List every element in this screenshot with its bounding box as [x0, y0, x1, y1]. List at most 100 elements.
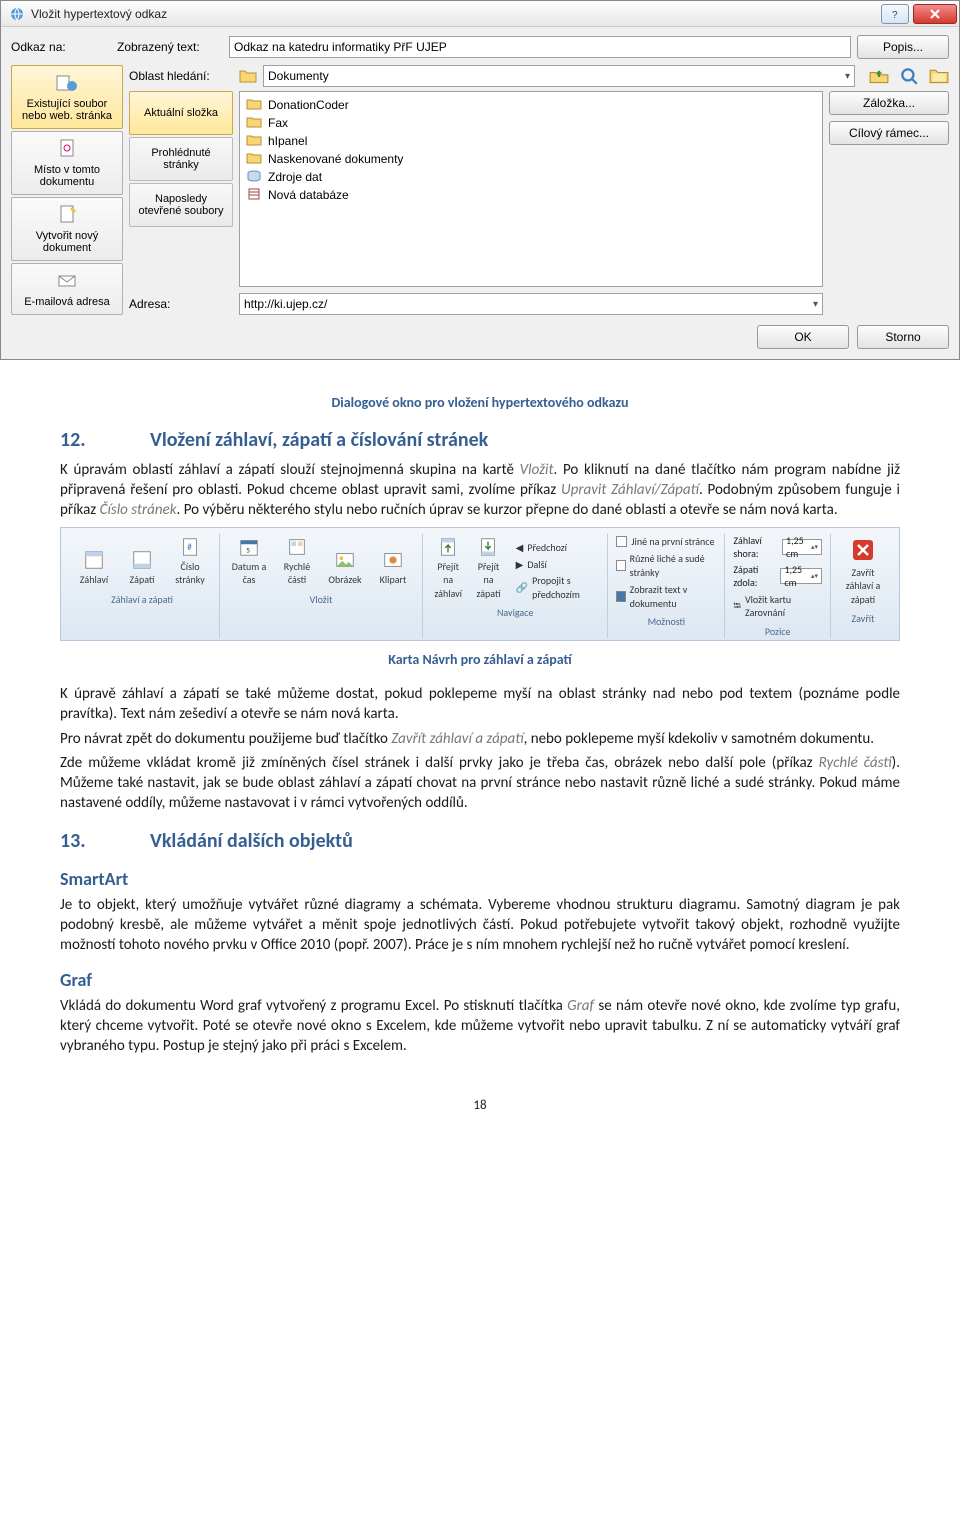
browse-web-icon[interactable] — [899, 66, 919, 86]
link-to-tabs: Existující soubor nebo web. stránka Míst… — [11, 65, 123, 315]
subheading-graf: Graf — [60, 968, 900, 992]
picture-button[interactable]: Obrázek — [324, 547, 366, 589]
quick-parts-icon — [286, 536, 308, 558]
tab-icon: ⭾ — [733, 599, 741, 613]
heading-12-title: Vložení záhlaví, zápatí a číslování strá… — [150, 428, 488, 452]
tab-existing-file[interactable]: Existující soubor nebo web. stránka — [11, 65, 123, 129]
show-doc-text-checkbox[interactable]: Zobrazit text v dokumentu — [616, 582, 716, 611]
goto-footer-icon — [477, 536, 499, 558]
dialog-title: Vložit hypertextový odkaz — [31, 7, 881, 21]
heading-13: 13.Vkládání dalších objektů — [60, 828, 900, 855]
header-from-top-spinner[interactable]: Záhlaví shora:1,25 cm — [733, 534, 822, 561]
cancel-button[interactable]: Storno — [857, 325, 949, 349]
folder-icon — [239, 68, 257, 84]
browse-file-icon[interactable] — [929, 66, 949, 86]
group-label: Zavřít — [852, 612, 875, 626]
folder-icon — [246, 115, 262, 131]
figure-caption: Karta Návrh pro záhlaví a zápatí — [60, 651, 900, 670]
next-section-button[interactable]: ▶Další — [516, 557, 600, 573]
file-name: Zdroje dat — [268, 170, 322, 184]
paragraph: Vkládá do dokumentu Word graf vytvořený … — [60, 996, 900, 1057]
paragraph: Zde můžeme vkládat kromě již zmíněných č… — [60, 753, 900, 814]
svg-text:?: ? — [892, 10, 898, 19]
tab-place-in-doc[interactable]: Místo v tomto dokumentu — [11, 131, 123, 195]
file-item[interactable]: Fax — [246, 114, 816, 132]
target-frame-button[interactable]: Cílový rámec... — [829, 121, 949, 145]
heading-12-number: 12. — [60, 427, 150, 454]
insert-alignment-tab-button[interactable]: ⭾Vložit kartu Zarovnání — [733, 592, 822, 621]
link-to-previous-button[interactable]: 🔗Propojit s předchozím — [516, 573, 600, 602]
ok-button[interactable]: OK — [757, 325, 849, 349]
clipart-icon — [382, 549, 404, 571]
diff-odd-even-checkbox[interactable]: Různé liché a sudé stránky — [616, 551, 716, 580]
help-button[interactable]: ? — [881, 4, 909, 24]
up-folder-icon[interactable] — [869, 66, 889, 86]
dialog-titlebar: Vložit hypertextový odkaz ? — [1, 1, 959, 27]
document-target-icon — [55, 138, 79, 160]
inner-tab-current-folder[interactable]: Aktuální složka — [129, 91, 233, 135]
date-icon: 5 — [238, 536, 260, 558]
page-number-button[interactable]: #Číslo stránky — [169, 534, 211, 589]
hyperlink-dialog: Vložit hypertextový odkaz ? Odkaz na: Zo… — [0, 0, 960, 360]
file-list[interactable]: DonationCoder Fax hIpanel Naskenované do… — [239, 91, 823, 287]
header-footer-ribbon: Záhlaví Zápatí #Číslo stránky Záhlaví a … — [60, 527, 900, 642]
globe-file-icon — [55, 72, 79, 94]
tab-existing-file-label: Existující soubor nebo web. stránka — [16, 98, 118, 122]
footer-button[interactable]: Zápatí — [121, 547, 163, 589]
document-body: Dialogové okno pro vložení hypertextovéh… — [0, 360, 960, 1154]
next-icon: ▶ — [516, 558, 524, 572]
hyperlink-icon — [9, 6, 25, 22]
prev-section-button[interactable]: ◀Předchozí — [516, 540, 600, 556]
footer-icon — [131, 549, 153, 571]
bookmark-button[interactable]: Záložka... — [829, 91, 949, 115]
header-button[interactable]: Záhlaví — [73, 547, 115, 589]
file-name: hIpanel — [268, 134, 307, 148]
close-button[interactable] — [913, 4, 957, 24]
goto-header-button[interactable]: Přejít na záhlaví — [431, 534, 465, 603]
page-number: 18 — [60, 1097, 900, 1115]
address-input[interactable]: http://ki.ujep.cz/ — [239, 293, 823, 315]
paragraph: K úpravám oblastí záhlaví a zápatí slouž… — [60, 460, 900, 521]
goto-footer-button[interactable]: Přejít na zápatí — [471, 534, 505, 603]
file-item[interactable]: Zdroje dat — [246, 168, 816, 186]
inner-tab-browsed-pages-label: Prohlédnuté stránky — [134, 147, 228, 171]
footer-from-bottom-spinner[interactable]: Zápatí zdola:1,25 cm — [733, 563, 822, 590]
group-label: Navigace — [497, 606, 533, 620]
folder-icon — [246, 151, 262, 167]
close-header-footer-button[interactable]: Zavřít záhlaví a zápatí — [839, 534, 887, 609]
file-item[interactable]: Nová databáze — [246, 186, 816, 204]
tooltip-button[interactable]: Popis... — [857, 35, 949, 59]
file-item[interactable]: hIpanel — [246, 132, 816, 150]
clipart-button[interactable]: Klipart — [372, 547, 414, 589]
look-in-dropdown[interactable]: Dokumenty — [263, 65, 855, 87]
file-name: Naskenované dokumenty — [268, 152, 403, 166]
address-value: http://ki.ujep.cz/ — [244, 297, 327, 311]
subheading-smartart: SmartArt — [60, 867, 900, 891]
folder-icon — [246, 133, 262, 149]
file-name: DonationCoder — [268, 98, 349, 112]
inner-tab-recent-files[interactable]: Naposledy otevřené soubory — [129, 183, 233, 227]
diff-first-page-checkbox[interactable]: Jiné na první stránce — [616, 534, 716, 550]
file-item[interactable]: DonationCoder — [246, 96, 816, 114]
inner-tab-current-folder-label: Aktuální složka — [144, 107, 218, 119]
file-item[interactable]: Naskenované dokumenty — [246, 150, 816, 168]
tab-new-document[interactable]: Vytvořit nový dokument — [11, 197, 123, 261]
quick-parts-button[interactable]: Rychlé části — [276, 534, 318, 589]
email-icon — [55, 270, 79, 292]
look-in-value: Dokumenty — [268, 69, 329, 83]
new-document-icon — [55, 204, 79, 226]
header-icon — [83, 549, 105, 571]
look-in-label: Oblast hledání: — [129, 69, 233, 83]
tab-email[interactable]: E-mailová adresa — [11, 263, 123, 315]
paragraph: K úpravě záhlaví a zápatí se také můžeme… — [60, 684, 900, 725]
picture-icon — [334, 549, 356, 571]
display-text-input[interactable] — [229, 36, 851, 58]
heading-13-title: Vkládání dalších objektů — [150, 829, 353, 853]
group-label: Možnosti — [648, 615, 686, 629]
inner-tab-browsed-pages[interactable]: Prohlédnuté stránky — [129, 137, 233, 181]
heading-13-number: 13. — [60, 828, 150, 855]
folder-icon — [246, 97, 262, 113]
tab-new-document-label: Vytvořit nový dokument — [16, 230, 118, 254]
date-time-button[interactable]: 5Datum a čas — [228, 534, 270, 589]
datasource-icon — [246, 169, 262, 185]
